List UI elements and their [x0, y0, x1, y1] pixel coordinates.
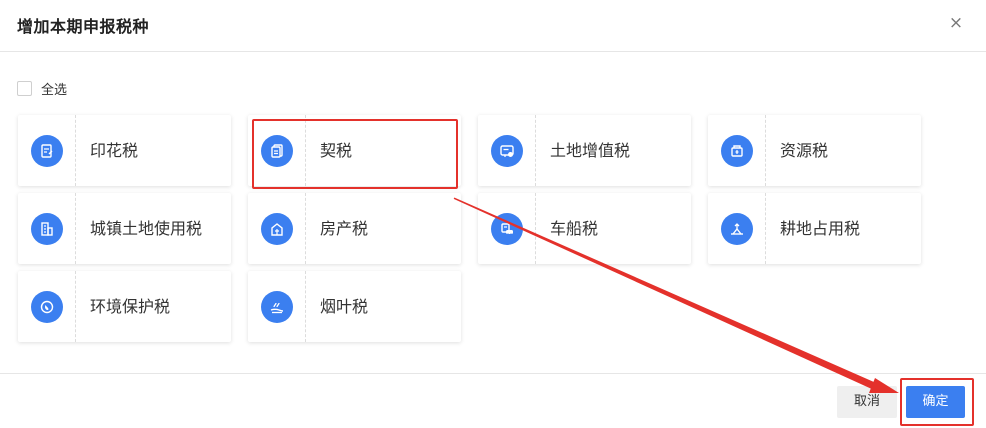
- add-tax-type-dialog: 增加本期申报税种 × 全选 印花税 契税 土地增值税 资源税 城镇土地使用税 房…: [0, 0, 986, 428]
- close-icon[interactable]: ×: [946, 12, 966, 34]
- tax-card-farmland[interactable]: 耕地占用税: [708, 193, 921, 264]
- tobacco-leaf-icon: [261, 291, 293, 323]
- farmland-icon: [721, 213, 753, 245]
- environment-leaf-icon: [31, 291, 63, 323]
- tax-card-label: 城镇土地使用税: [90, 219, 203, 238]
- dialog-header: 增加本期申报税种 ×: [0, 0, 986, 52]
- select-all-label: 全选: [41, 82, 68, 98]
- tax-card-stamp[interactable]: 印花税: [18, 115, 231, 186]
- tax-card-resource[interactable]: 资源税: [708, 115, 921, 186]
- tax-card-label: 车船税: [550, 219, 599, 238]
- resource-box-icon: [721, 135, 753, 167]
- checkbox-box[interactable]: [17, 80, 32, 96]
- tax-card-label: 烟叶税: [320, 297, 369, 316]
- tax-card-label: 房产税: [320, 219, 369, 238]
- property-house-icon: [261, 213, 293, 245]
- tax-card-land-value[interactable]: 土地增值税: [478, 115, 691, 186]
- tax-card-vehicle-vessel[interactable]: 车船税: [478, 193, 691, 264]
- deed-document-icon: [261, 135, 293, 167]
- tax-card-label: 印花税: [90, 141, 139, 160]
- tax-card-label: 土地增值税: [550, 141, 631, 160]
- urban-building-icon: [31, 213, 63, 245]
- tax-card-urban-land[interactable]: 城镇土地使用税: [18, 193, 231, 264]
- tax-card-tobacco[interactable]: 烟叶税: [248, 271, 461, 342]
- tax-card-property[interactable]: 房产税: [248, 193, 461, 264]
- tax-card-environment[interactable]: 环境保护税: [18, 271, 231, 342]
- stamp-document-icon: [31, 135, 63, 167]
- cancel-button[interactable]: 取消: [837, 386, 897, 418]
- dialog-title: 增加本期申报税种: [17, 17, 150, 36]
- land-value-card-icon: [491, 135, 523, 167]
- tax-card-label: 耕地占用税: [780, 219, 861, 238]
- tax-card-label: 契税: [320, 141, 353, 160]
- tax-card-label: 资源税: [780, 141, 829, 160]
- tax-card-label: 环境保护税: [90, 297, 171, 316]
- vehicle-vessel-icon: [491, 213, 523, 245]
- select-all-checkbox[interactable]: 全选: [17, 79, 68, 98]
- confirm-button[interactable]: 确定: [906, 386, 965, 418]
- tax-card-deed[interactable]: 契税: [248, 115, 461, 186]
